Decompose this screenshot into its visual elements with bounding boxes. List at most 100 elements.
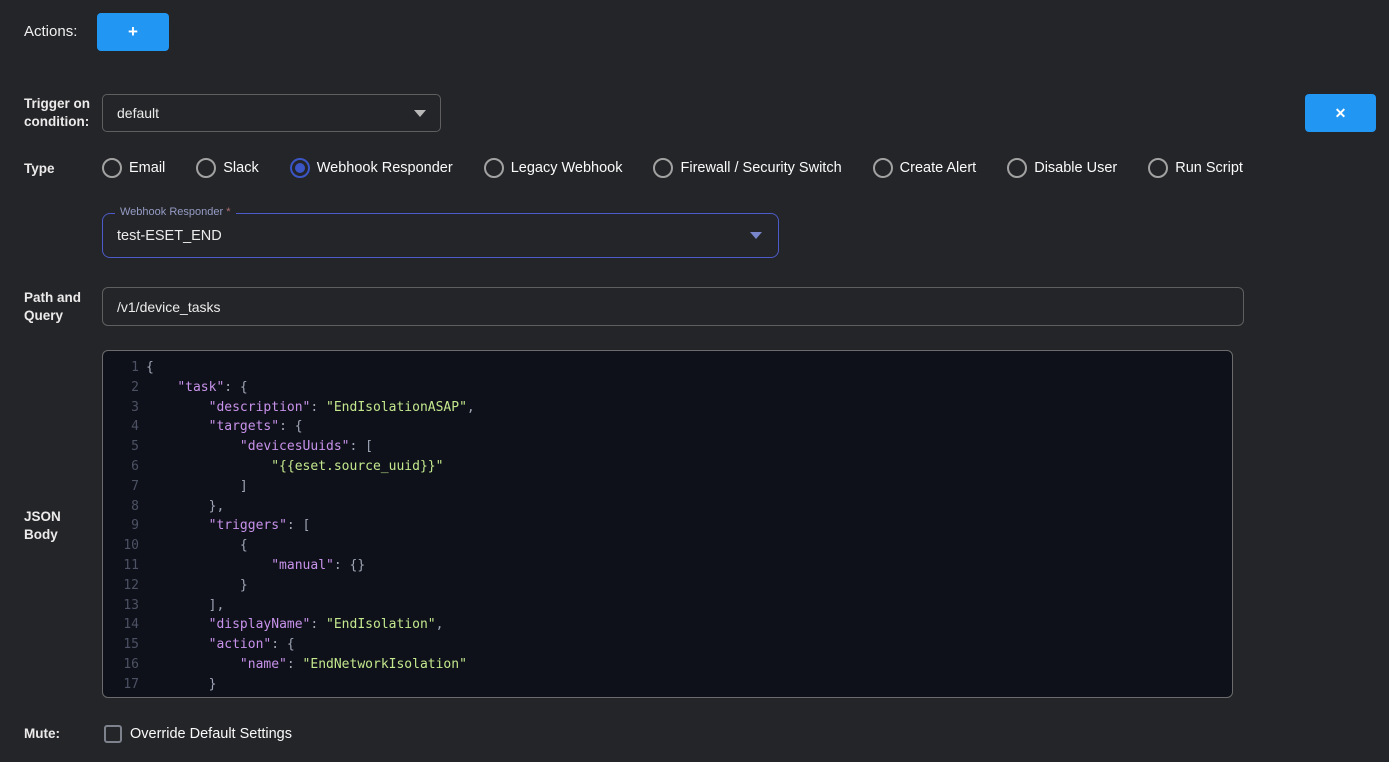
- code-text: "targets": {: [139, 417, 303, 437]
- code-text: }: [139, 576, 248, 596]
- line-number: 7: [103, 477, 139, 497]
- code-line: 5 "devicesUuids": [: [103, 437, 1232, 457]
- code-text: },: [139, 497, 224, 517]
- code-line: 7 ]: [103, 477, 1232, 497]
- radio-label: Run Script: [1175, 160, 1243, 176]
- code-line: 11 "manual": {}: [103, 556, 1232, 576]
- line-number: 1: [103, 358, 139, 378]
- radio-label: Firewall / Security Switch: [680, 160, 841, 176]
- line-number: 8: [103, 497, 139, 517]
- line-number: 11: [103, 556, 139, 576]
- override-default-settings-checkbox[interactable]: [104, 725, 122, 743]
- code-text: "name": "EndNetworkIsolation": [139, 655, 467, 675]
- radio-dot: [658, 163, 668, 173]
- code-line: 3 "description": "EndIsolationASAP",: [103, 398, 1232, 418]
- webhook-responder-floating-label: Webhook Responder *: [115, 206, 236, 218]
- json-body-editor[interactable]: 1{2 "task": {3 "description": "EndIsolat…: [102, 350, 1233, 698]
- code-text: {: [139, 358, 154, 378]
- code-text: "manual": {}: [139, 556, 365, 576]
- type-radio-slack[interactable]: Slack: [196, 158, 258, 178]
- chevron-down-icon: [414, 110, 426, 117]
- plus-icon: +: [128, 22, 138, 42]
- radio-icon: [1148, 158, 1168, 178]
- code-text: }: [139, 675, 216, 695]
- code-line: 8 },: [103, 497, 1232, 517]
- code-text: ]: [139, 477, 248, 497]
- line-number: 12: [103, 576, 139, 596]
- code-line: 9 "triggers": [: [103, 516, 1232, 536]
- line-number: 3: [103, 398, 139, 418]
- radio-dot: [295, 163, 305, 173]
- line-number: 18: [103, 695, 139, 698]
- code-text: }: [139, 695, 185, 698]
- type-radio-disable-user[interactable]: Disable User: [1007, 158, 1117, 178]
- type-radio-create-alert[interactable]: Create Alert: [873, 158, 977, 178]
- code-text: "devicesUuids": [: [139, 437, 373, 457]
- code-text: "action": {: [139, 635, 295, 655]
- code-text: "displayName": "EndIsolation",: [139, 615, 443, 635]
- line-number: 17: [103, 675, 139, 695]
- code-line: 18 }: [103, 695, 1232, 698]
- code-line: 12 }: [103, 576, 1232, 596]
- close-icon: ✕: [1335, 105, 1347, 122]
- webhook-responder-value: test-ESET_END: [103, 228, 750, 244]
- line-number: 9: [103, 516, 139, 536]
- code-line: 6 "{{eset.source_uuid}}": [103, 457, 1232, 477]
- add-action-button[interactable]: +: [97, 13, 169, 51]
- line-number: 10: [103, 536, 139, 556]
- radio-dot: [1012, 163, 1022, 173]
- type-radio-run-script[interactable]: Run Script: [1148, 158, 1243, 178]
- trigger-condition-value: default: [103, 105, 414, 121]
- radio-icon: [873, 158, 893, 178]
- path-query-input[interactable]: [102, 287, 1244, 326]
- override-default-settings-label[interactable]: Override Default Settings: [130, 726, 292, 742]
- chevron-down-icon: [750, 232, 762, 239]
- type-label: Type: [24, 160, 55, 178]
- code-text: ],: [139, 596, 224, 616]
- line-number: 5: [103, 437, 139, 457]
- radio-label: Slack: [223, 160, 258, 176]
- radio-label: Webhook Responder: [317, 160, 453, 176]
- radio-icon: [102, 158, 122, 178]
- type-radio-legacy-webhook[interactable]: Legacy Webhook: [484, 158, 623, 178]
- type-radio-email[interactable]: Email: [102, 158, 165, 178]
- code-line: 10 {: [103, 536, 1232, 556]
- radio-label: Legacy Webhook: [511, 160, 623, 176]
- code-line: 1{: [103, 358, 1232, 378]
- code-text: {: [139, 536, 248, 556]
- code-text: "description": "EndIsolationASAP",: [139, 398, 475, 418]
- radio-icon: [653, 158, 673, 178]
- type-options: Email Slack Webhook Responder Legacy Webhoo…: [102, 156, 1243, 180]
- radio-label: Email: [129, 160, 165, 176]
- type-radio-firewall-security-switch[interactable]: Firewall / Security Switch: [653, 158, 841, 178]
- code-text: "{{eset.source_uuid}}": [139, 457, 443, 477]
- radio-dot: [201, 163, 211, 173]
- remove-action-button[interactable]: ✕: [1305, 94, 1376, 132]
- code-line: 2 "task": {: [103, 378, 1232, 398]
- json-code-lines: 1{2 "task": {3 "description": "EndIsolat…: [103, 358, 1232, 698]
- line-number: 16: [103, 655, 139, 675]
- code-text: "task": {: [139, 378, 248, 398]
- webhook-responder-select[interactable]: Webhook Responder * test-ESET_END: [102, 213, 779, 258]
- line-number: 4: [103, 417, 139, 437]
- code-line: 13 ],: [103, 596, 1232, 616]
- mute-label: Mute:: [24, 725, 60, 743]
- radio-icon: [1007, 158, 1027, 178]
- code-line: 15 "action": {: [103, 635, 1232, 655]
- json-body-label: JSON Body: [24, 508, 61, 544]
- path-query-label: Path and Query: [24, 289, 81, 325]
- required-asterisk: *: [226, 206, 230, 218]
- radio-label: Disable User: [1034, 160, 1117, 176]
- radio-icon: [196, 158, 216, 178]
- type-radio-webhook-responder[interactable]: Webhook Responder: [290, 158, 453, 178]
- actions-label: Actions:: [24, 23, 77, 40]
- code-text: "triggers": [: [139, 516, 310, 536]
- radio-dot: [1153, 163, 1163, 173]
- code-line: 4 "targets": {: [103, 417, 1232, 437]
- radio-dot: [107, 163, 117, 173]
- line-number: 15: [103, 635, 139, 655]
- line-number: 13: [103, 596, 139, 616]
- radio-label: Create Alert: [900, 160, 977, 176]
- code-line: 14 "displayName": "EndIsolation",: [103, 615, 1232, 635]
- trigger-condition-select[interactable]: default: [102, 94, 441, 132]
